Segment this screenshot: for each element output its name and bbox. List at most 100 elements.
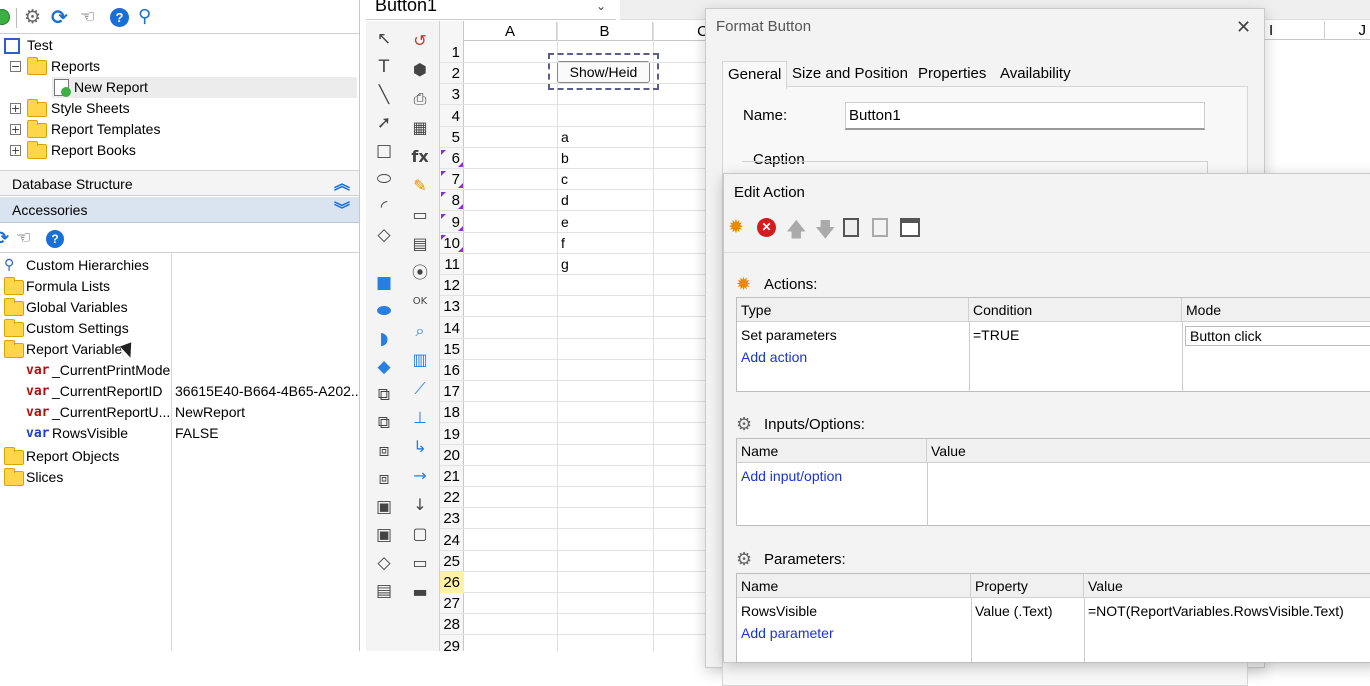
settings-table-icon[interactable] (900, 218, 920, 237)
row-number[interactable]: 19 (440, 424, 460, 445)
copy-icon[interactable] (843, 218, 859, 237)
row-number[interactable]: 1 (440, 42, 460, 63)
panel-icon[interactable]: ▭ (409, 552, 431, 574)
add-icon[interactable] (0, 9, 10, 25)
tab-properties[interactable]: Properties (913, 61, 991, 87)
close-icon[interactable]: ✕ (1236, 17, 1251, 38)
new-action-icon[interactable]: ✹ (728, 216, 744, 238)
parameter-property-cell[interactable]: Value (.Text) (971, 601, 1053, 621)
move-down-icon[interactable]: 🡇 (815, 215, 836, 249)
formula-icon[interactable]: fx (409, 146, 431, 168)
image-icon[interactable]: ▤ (373, 580, 395, 602)
row-number[interactable]: 6 (440, 148, 460, 169)
collapse-down-icon[interactable]: ︾ (334, 197, 350, 223)
ok-button-icon[interactable]: OK (409, 291, 431, 313)
row-number[interactable]: 17 (440, 381, 460, 402)
row-number[interactable]: 13 (440, 296, 460, 317)
tree-item-report-templates[interactable]: + Report Templates (10, 119, 310, 140)
row-number[interactable]: 16 (440, 360, 460, 381)
list-icon[interactable]: ▤ (409, 233, 431, 255)
tree-item-style-sheets[interactable]: + Style Sheets (10, 98, 310, 119)
row-number[interactable]: 12 (440, 275, 460, 296)
refresh-icon[interactable]: ⟳ (0, 228, 9, 249)
row-number[interactable]: 10 (440, 233, 460, 254)
cell-b9[interactable]: e (561, 212, 569, 233)
cell-b6[interactable]: b (561, 148, 569, 169)
row-number[interactable]: 18 (440, 402, 460, 423)
send-back-icon[interactable]: ⧉ (373, 412, 395, 434)
column-header-mode[interactable]: Mode (1182, 298, 1370, 322)
print-icon[interactable]: ⎙ (409, 88, 431, 110)
row-number[interactable]: 21 (440, 466, 460, 487)
parameter-value-cell[interactable]: =NOT(ReportVariables.RowsVisible.Text) (1084, 601, 1344, 621)
filled-rectangle-icon[interactable]: ■ (373, 272, 395, 294)
paste-icon[interactable] (872, 218, 888, 237)
accessories-header[interactable]: Accessories ︾ (0, 197, 359, 223)
tree-item-reports[interactable]: − Reports (10, 56, 310, 77)
column-header-name[interactable]: Name (737, 439, 927, 463)
ungroup-icon[interactable]: ⧈ (373, 468, 395, 490)
gear-icon[interactable]: ⚙ (24, 8, 43, 27)
cube-icon[interactable]: ⬢ (409, 59, 431, 81)
tab-availability[interactable]: Availability (995, 61, 1076, 87)
lock-cell-icon[interactable]: ↳ (409, 436, 431, 458)
column-header-value[interactable]: Value (927, 439, 1370, 463)
ellipse-icon[interactable]: ⬭ (373, 168, 395, 190)
zoom-icon[interactable]: ⌕ (409, 320, 431, 342)
frame-icon[interactable]: ▢ (409, 523, 431, 545)
name-box[interactable]: Button1 ⌄ (366, 0, 616, 20)
row-number[interactable]: 2 (440, 63, 460, 84)
add-action-link[interactable]: Add action (737, 347, 807, 367)
freeform-icon[interactable]: ◇ (373, 552, 395, 574)
row-number[interactable]: 29 (440, 636, 460, 651)
lock-row-icon[interactable]: → (409, 465, 431, 487)
distribute-icon[interactable]: ▣ (373, 524, 395, 546)
chevron-down-icon[interactable]: ⌄ (596, 0, 606, 13)
add-parameter-link[interactable]: Add parameter (737, 623, 834, 643)
cell-b8[interactable]: d (561, 190, 569, 211)
row-number[interactable]: 26 (440, 572, 464, 593)
expand-up-icon[interactable]: ︽ (334, 171, 350, 197)
action-type-cell[interactable]: Set parameters (737, 325, 837, 345)
lock-col-icon[interactable]: ↓ (409, 494, 431, 516)
row-number[interactable]: 24 (440, 530, 460, 551)
arc-icon[interactable]: ◜ (373, 196, 395, 218)
row-number[interactable]: 15 (440, 339, 460, 360)
group-icon[interactable]: ⧈ (373, 440, 395, 462)
pencil-icon[interactable]: ✎ (409, 175, 431, 197)
cell-b5[interactable]: a (561, 127, 569, 148)
polygon-icon[interactable]: ◇ (373, 224, 395, 246)
row-number[interactable]: 28 (440, 614, 460, 635)
column-header-value[interactable]: Value (1084, 574, 1370, 598)
slider-icon[interactable]: ⦿ (409, 262, 431, 284)
line-chart-icon[interactable]: ⟋ (409, 378, 431, 400)
database-structure-header[interactable]: Database Structure ︽ (0, 170, 359, 197)
column-header-condition[interactable]: Condition (969, 298, 1182, 322)
filled-pie-icon[interactable]: ◗ (373, 328, 395, 350)
row-number[interactable]: 20 (440, 445, 460, 466)
align-icon[interactable]: ▣ (373, 496, 395, 518)
action-condition-cell[interactable]: =TRUE (969, 325, 1019, 345)
help-icon[interactable]: ? (46, 230, 64, 248)
move-up-icon[interactable]: 🡅 (786, 215, 807, 249)
split-icon[interactable]: ▬ (409, 581, 431, 603)
row-number[interactable]: 4 (440, 106, 460, 127)
variable-row[interactable]: var RowsVisible FALSE (26, 423, 356, 444)
expand-icon[interactable]: + (10, 145, 21, 156)
calendar-icon[interactable]: ▦ (409, 117, 431, 139)
column-header-property[interactable]: Property (971, 574, 1084, 598)
help-icon[interactable]: ? (110, 8, 129, 27)
variable-row[interactable]: var _CurrentReportU... NewReport (26, 402, 356, 423)
rectangle-icon[interactable]: □ (373, 140, 395, 162)
collapse-icon[interactable]: − (10, 61, 21, 72)
column-header-i[interactable]: I (1265, 21, 1325, 40)
row-number[interactable]: 23 (440, 508, 460, 529)
bar-chart-icon[interactable]: ▥ (409, 349, 431, 371)
filled-ellipse-icon[interactable]: ⬬ (373, 300, 395, 322)
column-header-name[interactable]: Name (737, 574, 971, 598)
row-number[interactable]: 9 (440, 212, 460, 233)
tab-general[interactable]: General (722, 61, 788, 89)
arrow-icon[interactable]: ➚ (373, 112, 395, 134)
list-box-icon[interactable]: ▭ (409, 204, 431, 226)
parameter-name-cell[interactable]: RowsVisible (737, 601, 817, 621)
